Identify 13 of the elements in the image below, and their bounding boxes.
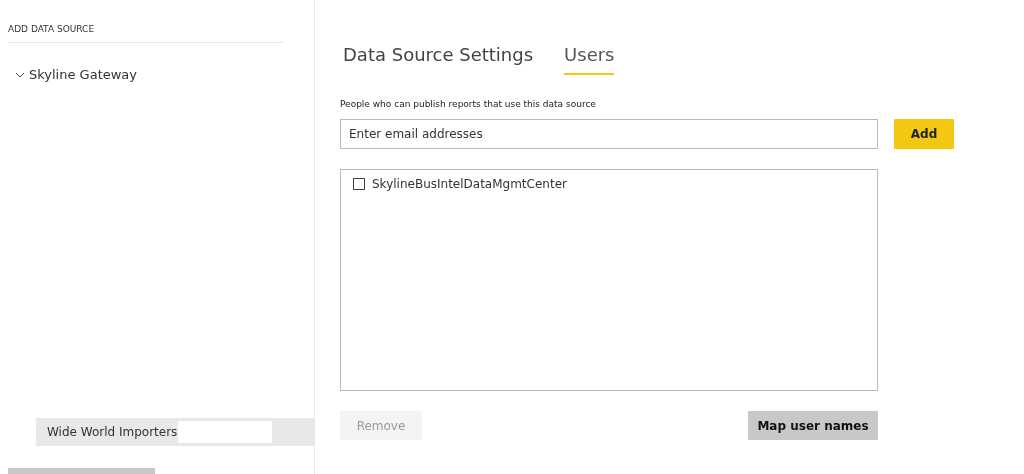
scroll-bar[interactable] (8, 468, 155, 474)
tab[interactable]: Users (564, 44, 615, 75)
map-user-names-button[interactable]: Map user names (748, 411, 878, 440)
tab[interactable]: Data Source Settings (343, 44, 534, 75)
sidebar-title: ADD DATA SOURCE (8, 24, 284, 43)
add-button[interactable]: Add (894, 119, 954, 149)
tree-item[interactable]: Skyline Gateway (29, 67, 138, 82)
user-name[interactable]: SkylineBusIntelDataMgmtCenter (372, 177, 567, 191)
chevron-icon[interactable] (15, 71, 25, 78)
description-text: People who can publish reports that use this data source (340, 99, 597, 109)
checkbox[interactable] (353, 178, 365, 190)
email-input-field[interactable]: Enter email addresses (340, 119, 878, 149)
data-source-item[interactable]: Wide World Importers (36, 418, 314, 446)
